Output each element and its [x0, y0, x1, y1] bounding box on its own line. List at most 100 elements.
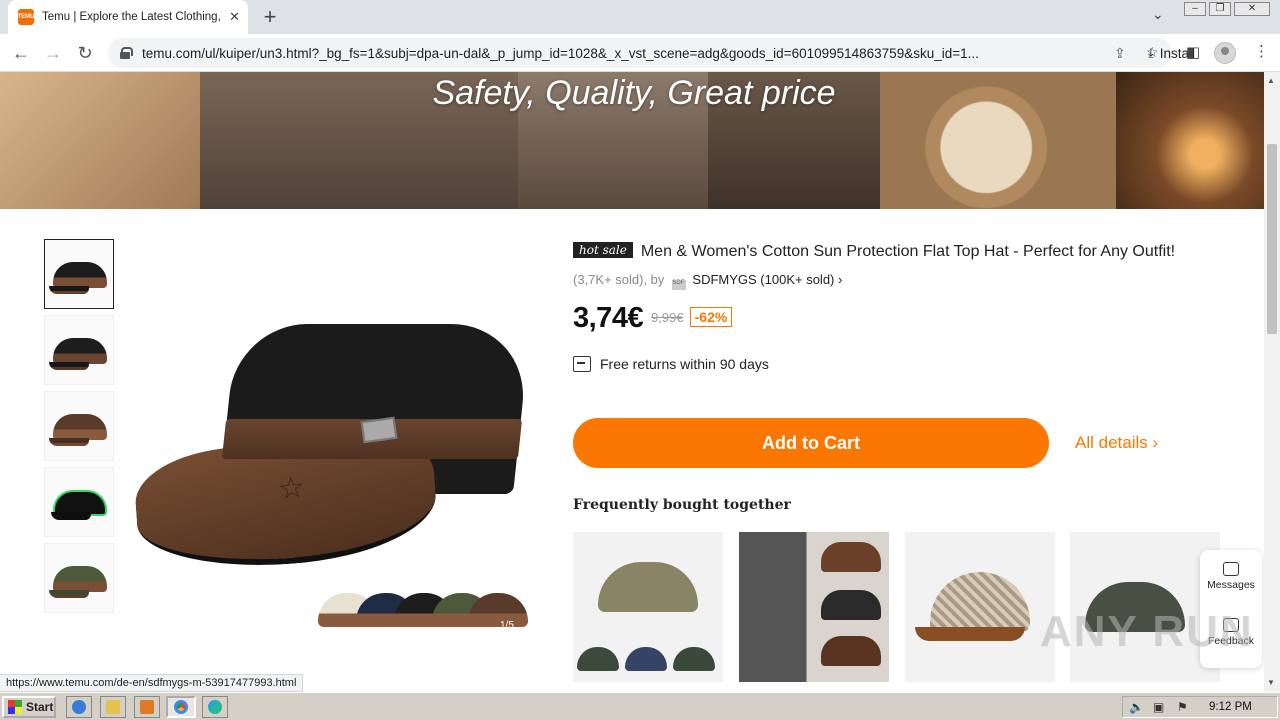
seller-logo: SDF	[672, 280, 687, 290]
browser-toolbar: ← → ↻ temu.com/ul/kuiper/un3.html?_bg_fs…	[0, 34, 1280, 72]
chrome-taskbar-button[interactable]	[166, 696, 196, 718]
hot-sale-badge: hot sale	[573, 242, 633, 258]
network-icon[interactable]: ▣	[1153, 700, 1164, 714]
thumbnail-4[interactable]	[44, 467, 114, 537]
ie-icon	[72, 700, 86, 714]
variant-image	[673, 647, 715, 671]
thumbnail-1[interactable]	[44, 239, 114, 309]
fbt-item-1[interactable]	[573, 532, 723, 682]
new-tab-button[interactable]: +	[258, 4, 282, 30]
address-bar[interactable]: temu.com/ul/kuiper/un3.html?_bg_fs=1&sub…	[108, 38, 1195, 68]
scroll-thumb[interactable]	[1267, 144, 1277, 334]
hat-emblem	[360, 416, 398, 444]
hat-thumbnail-image	[53, 262, 107, 288]
page-scrollbar[interactable]: ▲ ▼	[1264, 72, 1280, 692]
leather-cap-image	[821, 542, 881, 572]
url-text[interactable]: temu.com/ul/kuiper/un3.html?_bg_fs=1&sub…	[142, 46, 1032, 61]
chrome-icon	[174, 700, 188, 714]
sold-count: (3,7K+ sold), by	[573, 272, 665, 287]
minimize-button[interactable]: –	[1184, 2, 1206, 16]
variant-image	[577, 647, 619, 671]
tab-title: Temu | Explore the Latest Clothing, B	[42, 11, 222, 23]
close-window-button[interactable]: ✕	[1234, 2, 1270, 16]
hat-thumbnail-image	[53, 338, 107, 364]
start-button[interactable]: Start	[2, 696, 56, 718]
all-details-label: All details	[1075, 433, 1148, 452]
messages-label: Messages	[1207, 579, 1255, 591]
edge-icon	[208, 700, 222, 714]
original-price: 9,99€	[651, 310, 684, 325]
ie-taskbar-button[interactable]	[66, 696, 92, 718]
messages-button[interactable]: Messages	[1200, 562, 1262, 591]
system-tray: 🔈 ▣ ⚑ 9:12 PM	[1122, 696, 1278, 718]
olive-cap-image	[598, 562, 698, 612]
cap-brim-image	[915, 627, 1025, 641]
side-panel-icon[interactable]: ◧	[1186, 43, 1200, 61]
share-icon[interactable]: ⇪	[1114, 45, 1126, 62]
fbt-item-2[interactable]	[739, 532, 889, 682]
page-viewport: Safety, Quality, Great price ☆ 1/5 hot s…	[0, 72, 1264, 692]
media-player-icon	[140, 700, 154, 714]
leather-cap-image	[821, 590, 881, 620]
product-title: Men & Women's Cotton Sun Protection Flat…	[640, 243, 1176, 260]
seller-row: (3,7K+ sold), by SDF SDFMYGS (100K+ sold) …	[573, 272, 842, 290]
thumbnail-3[interactable]	[44, 391, 114, 461]
star-icon: ☆	[276, 470, 307, 507]
flag-icon[interactable]: ⚑	[1177, 700, 1188, 714]
volume-icon[interactable]: 🔈	[1129, 700, 1144, 714]
houndstooth-cap-image	[930, 572, 1030, 632]
price-row: 3,74€ 9,99€ -62%	[573, 302, 733, 335]
image-counter: 1/5	[500, 620, 514, 631]
thumbnail-list	[44, 239, 116, 619]
product-title-row: hot sale Men & Women's Cotton Sun Protect…	[573, 242, 1253, 261]
folder-icon	[106, 700, 120, 714]
start-label: Start	[26, 700, 54, 714]
forward-arrow-icon[interactable]: →	[40, 40, 66, 66]
taskbar: Start 🔈 ▣ ⚑ 9:12 PM	[0, 692, 1280, 720]
seller-link[interactable]: SDFMYGS (100K+ sold)	[692, 272, 834, 287]
return-box-icon	[573, 356, 591, 372]
anyrun-watermark: ANY RUN	[1040, 607, 1254, 656]
variant-image	[625, 647, 667, 671]
color-variants-strip	[318, 585, 528, 635]
temu-favicon-icon: TEMU	[18, 9, 35, 25]
menu-kebab-icon[interactable]: ⋮	[1254, 42, 1269, 60]
add-to-cart-button[interactable]: Add to Cart	[573, 418, 1049, 468]
free-returns-row: Free returns within 90 days	[573, 356, 769, 372]
chat-bubble-icon	[1223, 562, 1239, 576]
edge-taskbar-button[interactable]	[202, 696, 228, 718]
main-product-image[interactable]: ☆ 1/5	[128, 239, 531, 639]
chevron-right-icon[interactable]: ›	[834, 272, 842, 287]
link-hover-status: https://www.temu.com/de-en/sdfmygs-m-539…	[0, 674, 304, 692]
hat-thumbnail-image	[53, 490, 107, 516]
frequently-bought-title: Frequently bought together	[573, 497, 791, 513]
fbt-item-3[interactable]	[905, 532, 1055, 682]
clock: 9:12 PM	[1209, 701, 1252, 713]
windows-logo-icon	[8, 700, 22, 714]
lock-icon[interactable]	[120, 47, 133, 59]
chevron-down-icon[interactable]: ⌄	[1152, 6, 1164, 23]
scroll-down-arrow-icon[interactable]: ▼	[1267, 678, 1275, 687]
all-details-link[interactable]: All details ›	[1075, 433, 1158, 453]
bookmark-star-icon[interactable]: ☆	[1146, 44, 1159, 61]
tab-strip: TEMU Temu | Explore the Latest Clothing,…	[0, 0, 1280, 34]
discount-badge: -62%	[689, 307, 733, 327]
reload-icon[interactable]: ↻	[72, 40, 98, 66]
back-arrow-icon[interactable]: ←	[8, 40, 34, 66]
explorer-taskbar-button[interactable]	[100, 696, 126, 718]
hat-thumbnail-image	[53, 414, 107, 440]
promo-banner: Safety, Quality, Great price	[0, 72, 1264, 209]
leather-cap-image	[821, 636, 881, 666]
scroll-up-arrow-icon[interactable]: ▲	[1267, 76, 1275, 85]
browser-tab[interactable]: TEMU Temu | Explore the Latest Clothing,…	[8, 0, 248, 34]
banner-tagline: Safety, Quality, Great price	[432, 74, 836, 112]
hat-thumbnail-image	[53, 566, 107, 592]
free-returns-text: Free returns within 90 days	[600, 356, 769, 372]
profile-avatar[interactable]	[1214, 42, 1236, 64]
close-icon[interactable]: ✕	[229, 9, 240, 25]
thumbnail-5[interactable]	[44, 543, 114, 613]
chevron-right-icon: ›	[1152, 433, 1159, 452]
thumbnail-2[interactable]	[44, 315, 114, 385]
restore-button[interactable]: ❐	[1209, 2, 1231, 16]
media-player-taskbar-button[interactable]	[134, 696, 160, 718]
